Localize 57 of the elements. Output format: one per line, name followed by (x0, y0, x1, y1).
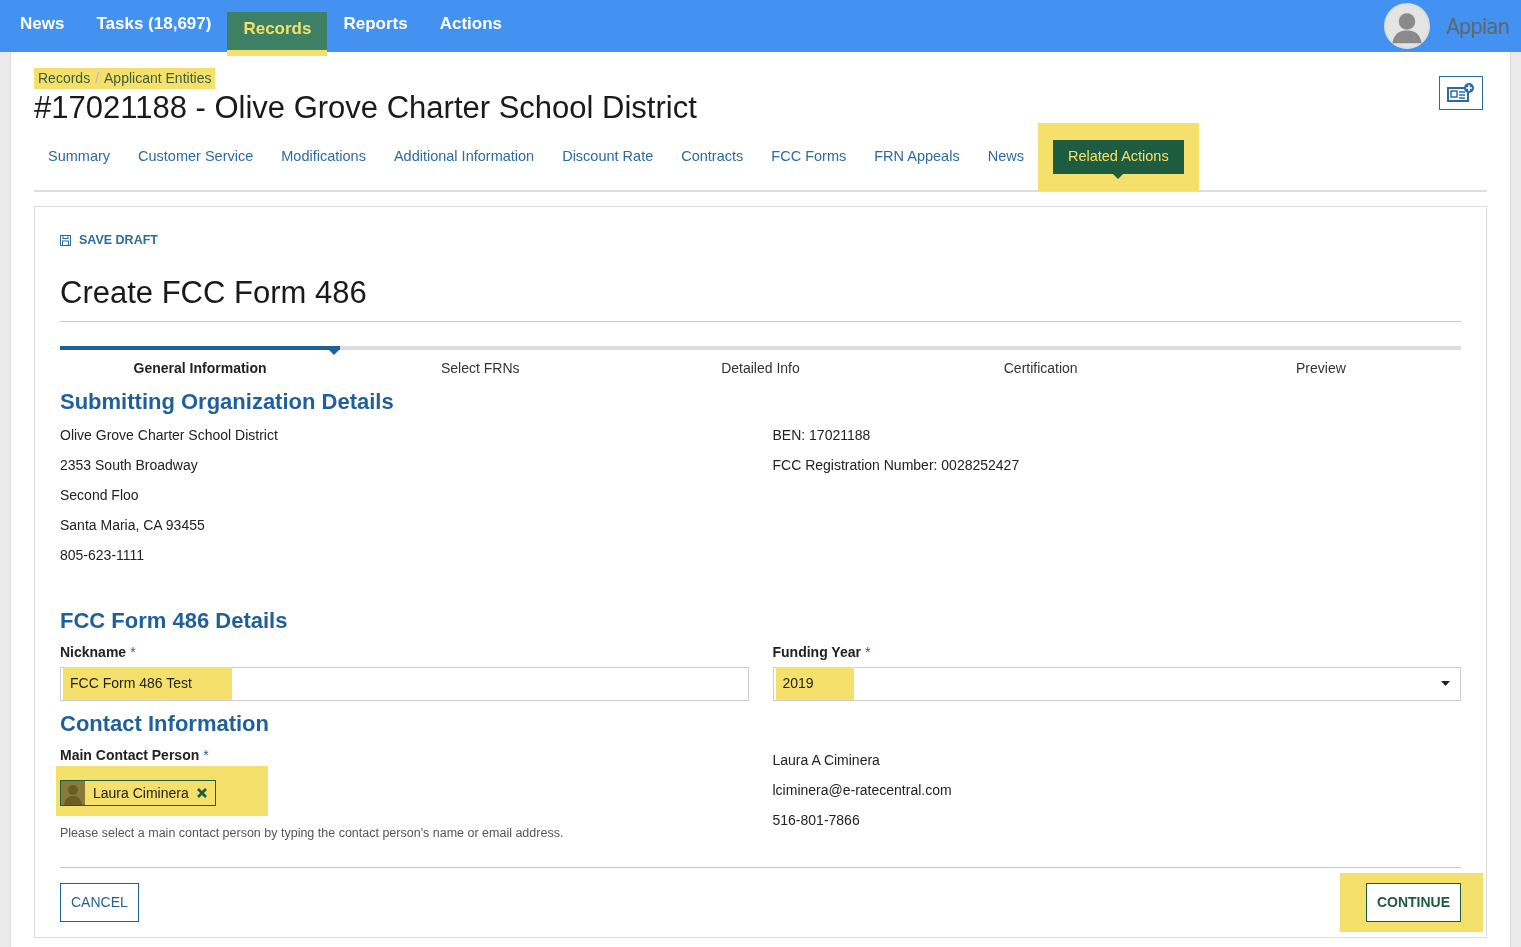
field-label: Nickname (60, 642, 127, 662)
save-icon (60, 235, 71, 247)
logo: Appian (1446, 12, 1509, 41)
section-heading: Contact Information (60, 710, 270, 738)
step-label[interactable]: Select FRNs (340, 350, 621, 380)
cancel-button[interactable]: CANCEL (60, 883, 139, 923)
avatar-icon (61, 781, 85, 806)
contact-info-line: 516-801-7866 (772, 811, 861, 831)
address-line: Santa Maria, CA 93455 (60, 515, 206, 535)
section-heading: Submitting Organization Details (60, 389, 395, 416)
avatar-icon[interactable] (1384, 3, 1431, 49)
step-label[interactable]: Preview (1180, 350, 1461, 380)
help-text: Please select a main contact person by typing the contact person's name or email address. (60, 825, 565, 843)
required-marker: * (130, 642, 136, 662)
record-tab[interactable]: Contracts (667, 146, 758, 169)
nav-link[interactable]: Records (227, 12, 328, 56)
news-add-icon[interactable] (1439, 76, 1483, 110)
dropdown-field[interactable]: 2019 (772, 666, 1461, 701)
record-tab[interactable]: Summary (34, 146, 125, 169)
record-tab[interactable]: Modifications (267, 146, 380, 169)
info-line: BEN: 17021188 (772, 425, 872, 445)
record-tab[interactable]: News (973, 146, 1038, 169)
record-tab[interactable]: FCC Forms (757, 146, 861, 169)
nav-link[interactable]: Actions (423, 0, 518, 52)
contact-info-line: lciminera@e-ratecentral.com (772, 781, 953, 801)
caret-icon (1441, 681, 1450, 687)
info-line: FCC Registration Number: 0028252427 (772, 455, 1021, 475)
contact-info-line: Laura A Ciminera (772, 751, 881, 771)
required-marker: * (203, 746, 209, 766)
record-tab[interactable]: FRN Appeals (860, 146, 974, 169)
form-title: Create FCC Form 486 (60, 273, 368, 312)
address-line: Olive Grove Charter School District (60, 425, 279, 445)
nav-link[interactable]: Tasks (18,697) (80, 0, 228, 52)
record-tab[interactable]: Discount Rate (548, 146, 668, 169)
nav-link[interactable]: News (4, 0, 81, 52)
field-label: Funding Year (772, 642, 861, 662)
save-draft-button[interactable]: SAVE DRAFT (60, 231, 158, 250)
address-line: Second Floo (60, 485, 140, 505)
record-title: #17021188 - Olive Grove Charter School District (34, 89, 697, 127)
continue-button[interactable]: CONTINUE (1365, 883, 1461, 923)
field-label: Main Contact Person (60, 746, 200, 766)
section-heading: FCC Form 486 Details (60, 607, 289, 634)
record-tab[interactable]: Additional Information (379, 146, 549, 169)
record-tab[interactable]: Customer Service (124, 146, 268, 169)
separator: / (95, 69, 100, 88)
step-label[interactable]: Detailed Info (620, 350, 901, 380)
address-line: 805-623-1111 (60, 545, 146, 565)
required-marker: * (864, 642, 871, 662)
nav-link[interactable]: Reports (327, 0, 424, 52)
address-line: 2353 South Broadway (60, 455, 199, 475)
input-field[interactable]: FCC Form 486 Test (60, 666, 749, 701)
breadcrumb-link[interactable]: Applicant Entities (104, 68, 212, 89)
breadcrumb-link[interactable]: Records (38, 68, 91, 89)
step-label[interactable]: General Information (60, 350, 341, 380)
contact-chip[interactable]: Laura Ciminera (60, 780, 216, 807)
remove-icon[interactable] (196, 788, 207, 799)
step-label[interactable]: Certification (900, 350, 1181, 380)
